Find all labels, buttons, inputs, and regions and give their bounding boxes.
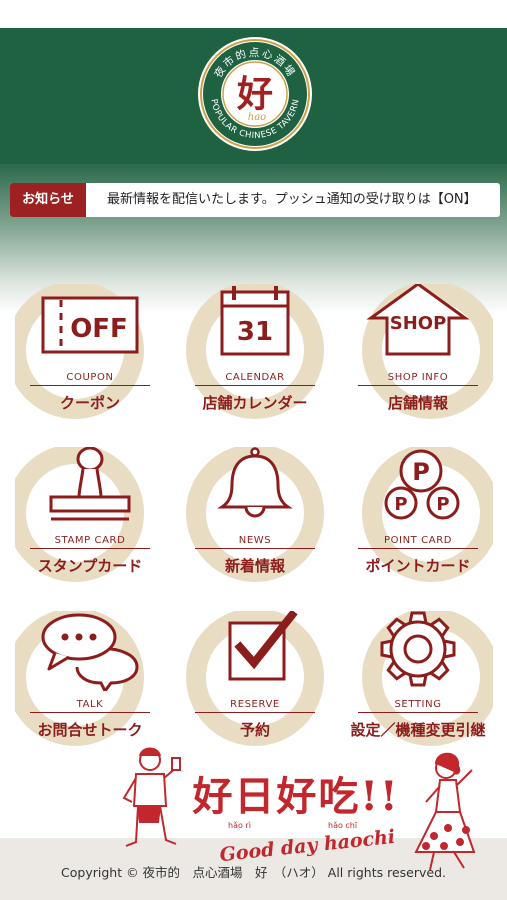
menu-label-jp: 新着情報 [224, 557, 285, 575]
menu-item-stamp-card[interactable]: STAMP CARD スタンプカード [15, 447, 165, 597]
point-icon: P P P [384, 449, 460, 520]
menu-label-jp: クーポン [59, 394, 120, 412]
menu-label-jp: 店舗情報 [387, 394, 448, 412]
svg-text:P: P [394, 494, 407, 515]
notice-text[interactable]: 最新情報を配信いたします。プッシュ通知の受け取りは【ON】 [107, 183, 500, 217]
banner-pinyin-right: hǎo chī [328, 821, 358, 830]
menu-item-coupon[interactable]: OFF COUPON クーポン [15, 284, 165, 434]
menu-label-en: STAMP CARD [30, 535, 150, 549]
menu-label-en: POINT CARD [358, 535, 478, 549]
menu-label-en: SHOP INFO [358, 372, 478, 386]
shop-icon: SHOP [366, 284, 470, 356]
svg-text:SHOP: SHOP [390, 313, 447, 334]
svg-text:31: 31 [237, 317, 273, 347]
menu-label-jp: ポイントカード [365, 557, 471, 575]
menu-label-en: RESERVE [195, 699, 315, 713]
notice-bar[interactable]: お知らせ 最新情報を配信いたします。プッシュ通知の受け取りは【ON】 [10, 183, 500, 217]
chat-icon [41, 613, 139, 691]
banner-subtitle: Good day haochi [219, 826, 396, 866]
menu-item-point-card[interactable]: P P P POINT CARD ポイントカード [343, 447, 493, 597]
woman-illustration [414, 752, 476, 871]
menu-item-calendar[interactable]: 31 CALENDAR 店舗カレンダー [180, 284, 330, 434]
menu-label-en: COUPON [30, 372, 150, 386]
svg-text:P: P [436, 494, 449, 515]
menu-label-en: SETTING [358, 699, 478, 713]
menu-item-reserve[interactable]: RESERVE 予約 [180, 611, 330, 761]
menu-label-en: TALK [30, 699, 150, 713]
menu-item-shop-info[interactable]: SHOP SHOP INFO 店舗情報 [343, 284, 493, 434]
gear-icon [380, 611, 456, 687]
calendar-icon: 31 [220, 286, 290, 356]
checkbox-icon [228, 611, 298, 681]
menu-item-setting[interactable]: SETTING 設定／機種変更引継 [343, 611, 493, 761]
coupon-icon: OFF [41, 296, 139, 354]
menu-label-jp: スタンプカード [37, 557, 143, 575]
menu-label-jp: 店舗カレンダー [202, 394, 308, 412]
banner-title: 好日好吃!! [191, 773, 399, 820]
banner-pinyin-left: hǎo rì [228, 821, 251, 830]
svg-text:OFF: OFF [70, 314, 128, 344]
logo-romaji: hao [248, 112, 266, 123]
status-bar [0, 0, 507, 28]
menu-label-jp: お問合せトーク [37, 721, 143, 739]
copyright-text: Copyright © 夜市的 点心酒場 好 （ハオ） All rights r… [61, 865, 446, 880]
bell-icon [217, 447, 293, 518]
promo-banner: 好日好吃!! hǎo rì hǎo chī Good day haochi [122, 747, 476, 871]
boy-illustration [122, 747, 181, 847]
menu-item-news[interactable]: NEWS 新着情報 [180, 447, 330, 597]
svg-text:P: P [412, 458, 430, 486]
logo-char: 好 [236, 73, 273, 115]
notice-tag: お知らせ [10, 183, 86, 217]
brand-logo[interactable]: 夜市的点心酒場 POPULAR CHINESE TAVERN 好 hao [197, 36, 313, 152]
menu-label-jp: 設定／機種変更引継 [350, 721, 486, 739]
menu-label-en: NEWS [195, 535, 315, 549]
menu-item-talk[interactable]: TALK お問合せトーク [15, 611, 165, 761]
menu-label-en: CALENDAR [195, 372, 315, 386]
menu-label-jp: 予約 [239, 721, 270, 739]
stamp-icon [49, 447, 131, 521]
